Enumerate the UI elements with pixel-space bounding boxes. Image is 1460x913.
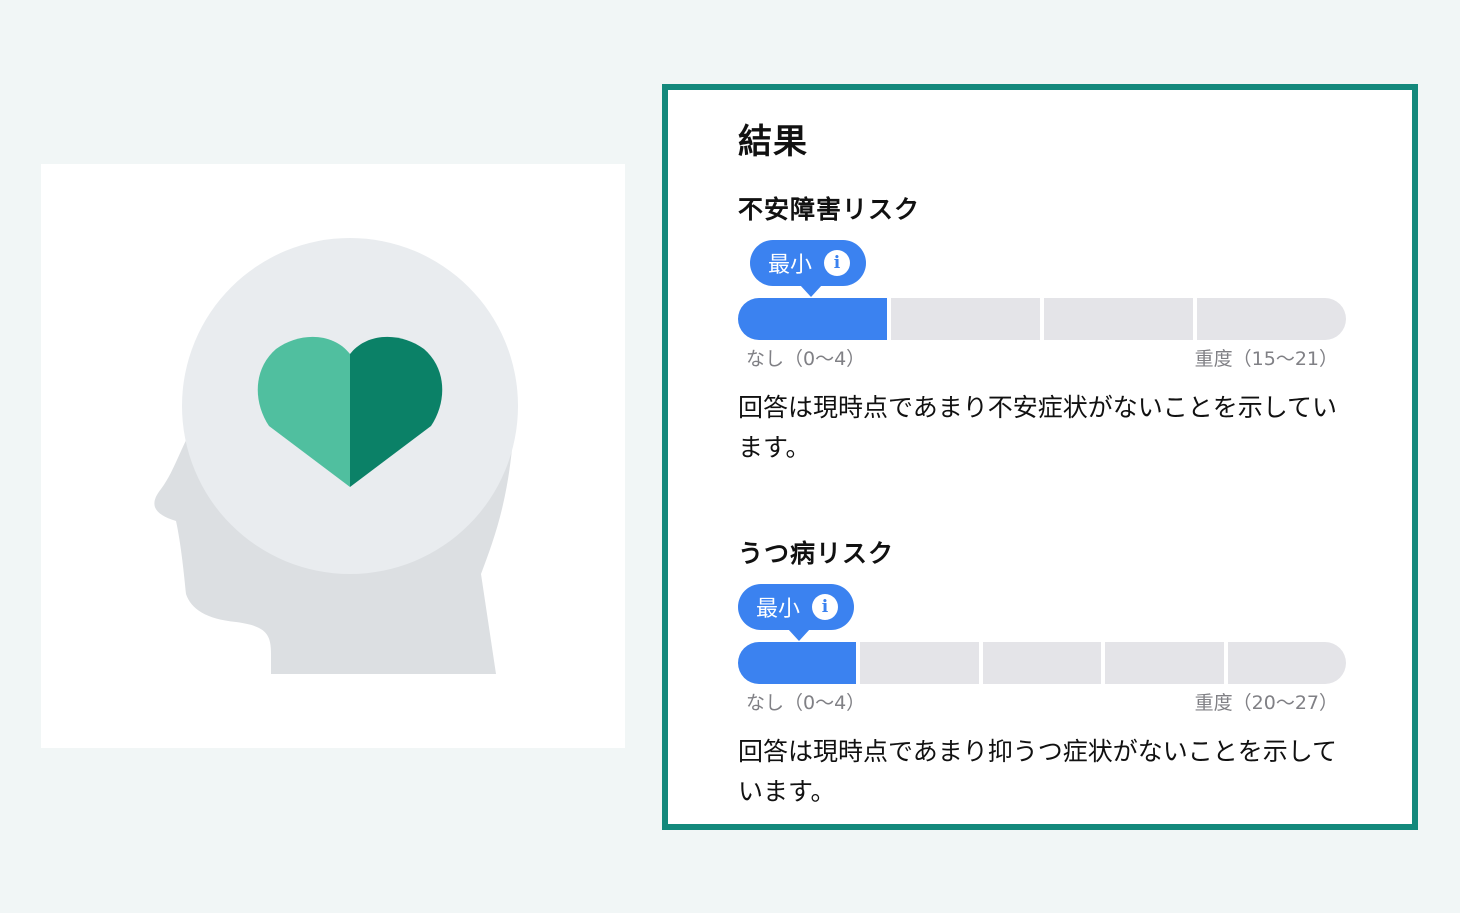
anxiety-description: 回答は現時点であまり不安症状がないことを示しています。 <box>738 393 1338 462</box>
anxiety-level-label: 最小 <box>768 253 813 278</box>
depression-min-label: なし（0～4） <box>746 692 866 714</box>
depression-max-label: 重度（20～27） <box>1194 692 1338 714</box>
screen: 結果 不安障害リスク 最小 i なし（0～4） 重度（15～21） 回答は現時点… <box>0 0 1460 913</box>
anxiety-bar-segment <box>1044 298 1193 340</box>
depression-risk-bar <box>738 642 1346 684</box>
anxiety-bar-segment <box>738 298 887 340</box>
depression-bar-segment <box>860 642 979 684</box>
anxiety-level-badge[interactable]: 最小 i <box>750 240 867 297</box>
info-icon[interactable]: i <box>824 250 851 276</box>
anxiety-min-label: なし（0～4） <box>746 348 866 370</box>
depression-risk-section: うつ病リスク 最小 i なし（0～4） 重度（20～27） 回答は現時点であまり… <box>738 534 1358 812</box>
results-panel: 結果 不安障害リスク 最小 i なし（0～4） 重度（15～21） 回答は現時点… <box>662 84 1418 830</box>
depression-level-label: 最小 <box>756 597 801 622</box>
depression-bar-segment <box>1227 642 1346 684</box>
anxiety-risk-section: 不安障害リスク 最小 i なし（0～4） 重度（15～21） 回答は現時点であま… <box>738 190 1358 468</box>
depression-risk-title: うつ病リスク <box>738 539 895 568</box>
anxiety-risk-title: 不安障害リスク <box>738 195 921 224</box>
anxiety-bar-segment <box>1197 298 1346 340</box>
head-heart-icon <box>154 238 518 674</box>
depression-level-badge[interactable]: 最小 i <box>738 584 855 641</box>
depression-bar-segment <box>982 642 1102 684</box>
depression-bar-segment <box>738 642 857 684</box>
depression-bar-segment <box>1105 642 1224 684</box>
anxiety-max-label: 重度（15～21） <box>1194 348 1338 370</box>
anxiety-risk-bar <box>738 298 1346 340</box>
info-icon[interactable]: i <box>812 594 839 620</box>
anxiety-bar-segment <box>891 298 1040 340</box>
depression-description: 回答は現時点であまり抑うつ症状がないことを示しています。 <box>738 737 1338 806</box>
illustration-card <box>41 164 625 748</box>
results-title: 結果 <box>738 122 808 162</box>
